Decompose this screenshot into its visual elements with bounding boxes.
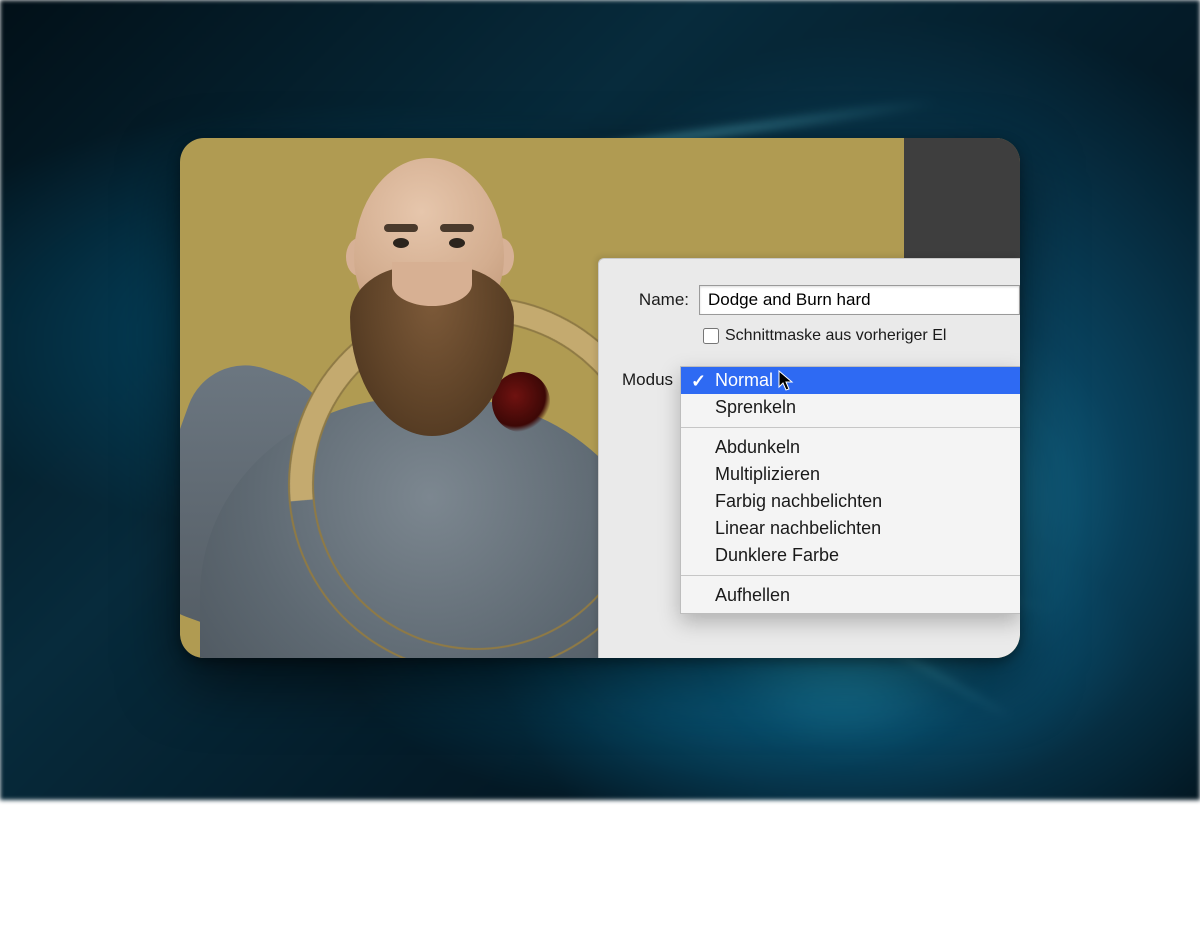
clipping-mask-label: Schnittmaske aus vorheriger El — [725, 327, 946, 345]
name-field-label: Name: — [599, 290, 699, 310]
modus-option[interactable]: Multiplizieren — [681, 461, 1020, 488]
modus-option[interactable]: ✓ Normal — [681, 367, 1020, 394]
modus-option[interactable]: Dunklere Farbe — [681, 542, 1020, 569]
modus-option-label: Sprenkeln — [715, 397, 796, 417]
modus-option[interactable]: Sprenkeln — [681, 394, 1020, 421]
modus-option[interactable]: Linear nachbelichten — [681, 515, 1020, 542]
menu-separator — [681, 427, 1020, 428]
modus-option-label: Dunklere Farbe — [715, 545, 839, 565]
modus-option-label: Multiplizieren — [715, 464, 820, 484]
menu-separator — [681, 575, 1020, 576]
modus-option-label: Abdunkeln — [715, 437, 800, 457]
modus-option-label: Linear nachbelichten — [715, 518, 881, 538]
clipping-mask-checkbox[interactable] — [703, 328, 719, 344]
modus-option[interactable]: Abdunkeln — [681, 434, 1020, 461]
modus-option-label: Aufhellen — [715, 585, 790, 605]
portrait-subject — [180, 138, 660, 658]
layer-name-input[interactable] — [699, 285, 1020, 315]
check-icon: ✓ — [691, 371, 706, 392]
clipping-mask-checkbox-row[interactable]: Schnittmaske aus vorheriger El — [699, 325, 1020, 347]
modus-option-label: Farbig nachbelichten — [715, 491, 882, 511]
modus-field-label: Modus — [622, 370, 673, 390]
modus-dropdown-menu[interactable]: ✓ Normal Sprenkeln Abdunkeln Multiplizieren F… — [680, 366, 1020, 614]
app-canvas-dark-corner — [904, 138, 1020, 262]
modus-option[interactable]: Farbig nachbelichten — [681, 488, 1020, 515]
screenshot-card: Name: Schnittmaske aus vorheriger El Mod… — [180, 138, 1020, 658]
modus-option-label: Normal — [715, 370, 773, 390]
modus-option[interactable]: Aufhellen — [681, 582, 1020, 609]
